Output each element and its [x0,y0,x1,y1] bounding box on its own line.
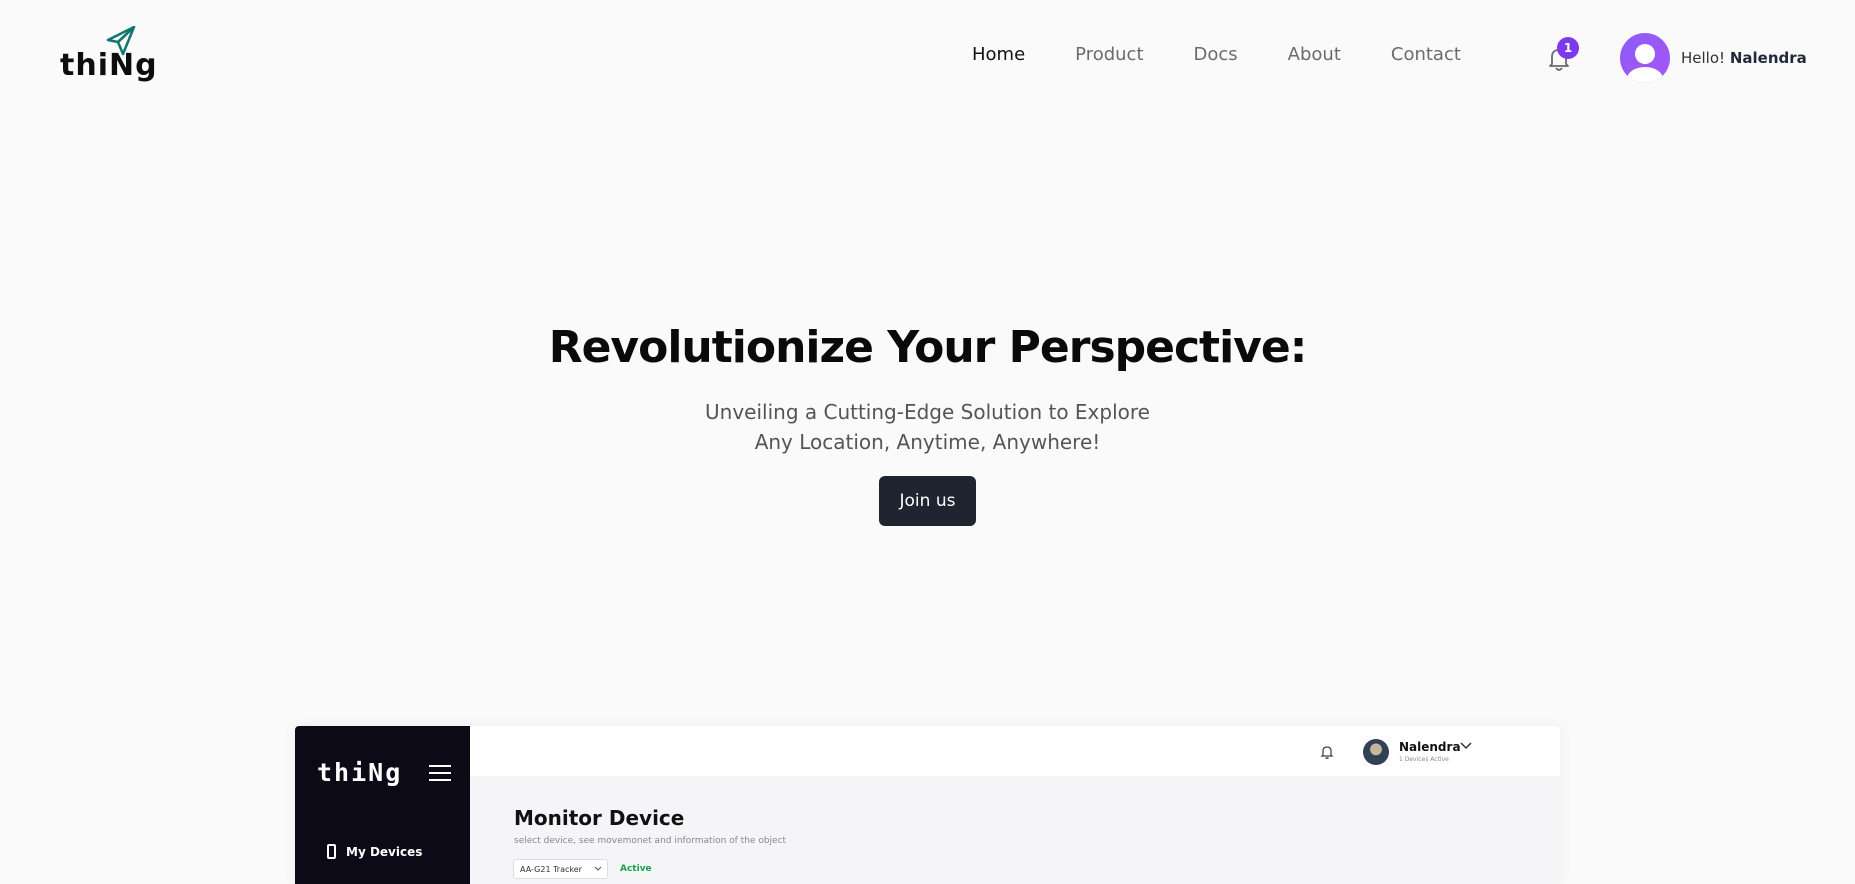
greeting-name: Nalendra [1729,49,1807,67]
join-us-button[interactable]: Join us [879,476,976,526]
nav-docs[interactable]: Docs [1194,44,1238,74]
preview-bell-icon[interactable] [1319,744,1335,760]
hero-subtitle-line2: Any Location, Anytime, Anywhere! [754,430,1101,454]
preview-avatar[interactable] [1363,739,1389,765]
phone-icon [327,844,336,859]
device-select[interactable]: AA-G21 Tracker [513,859,608,879]
main-nav: Home Product Docs About Contact [972,44,1511,74]
device-select-value: AA-G21 Tracker [520,865,582,874]
chevron-down-icon[interactable] [1459,740,1473,752]
preview-user-name: Nalendra [1399,740,1461,754]
avatar-body [1627,67,1663,83]
nav-product[interactable]: Product [1075,44,1143,74]
site-header: thiNg Home Product Docs About Contact 1 … [0,0,1855,118]
nav-about[interactable]: About [1288,44,1341,74]
avatar-head [1635,44,1655,64]
preview-sidebar: thiNg My Devices [295,726,470,884]
hamburger-menu-icon[interactable] [429,765,451,781]
greeting-prefix: Hello! [1681,49,1726,67]
avatar[interactable] [1620,33,1670,83]
preview-topbar: Nalendra 1 Devices Active [470,726,1560,776]
hero-subtitle-line1: Unveiling a Cutting-Edge Solution to Exp… [705,400,1150,424]
notification-badge: 1 [1557,37,1579,59]
preview-page-title: Monitor Device [514,806,685,830]
device-status-badge: Active [620,864,652,874]
preview-logo: thiNg [317,758,403,787]
nav-home[interactable]: Home [972,44,1025,74]
preview-user-subtitle: 1 Devices Active [1399,756,1449,763]
hero-subtitle: Unveiling a Cutting-Edge Solution to Exp… [0,397,1855,457]
preview-main: Nalendra 1 Devices Active Monitor Device… [470,726,1560,884]
brand-logo[interactable]: thiNg [60,26,157,88]
hero-title: Revolutionize Your Perspective: [548,322,1308,373]
preview-sidebar-item-label: My Devices [346,844,423,859]
paper-plane-icon [106,26,136,56]
select-chevron-icon [594,866,602,871]
dashboard-preview: thiNg My Devices Nalendra 1 Devices Acti… [295,726,1560,884]
nav-contact[interactable]: Contact [1391,44,1461,74]
preview-sidebar-item-my-devices[interactable]: My Devices [327,844,422,859]
preview-page-description: select device, see movemonet and informa… [514,836,787,846]
user-greeting: Hello! Nalendra [1681,49,1807,67]
